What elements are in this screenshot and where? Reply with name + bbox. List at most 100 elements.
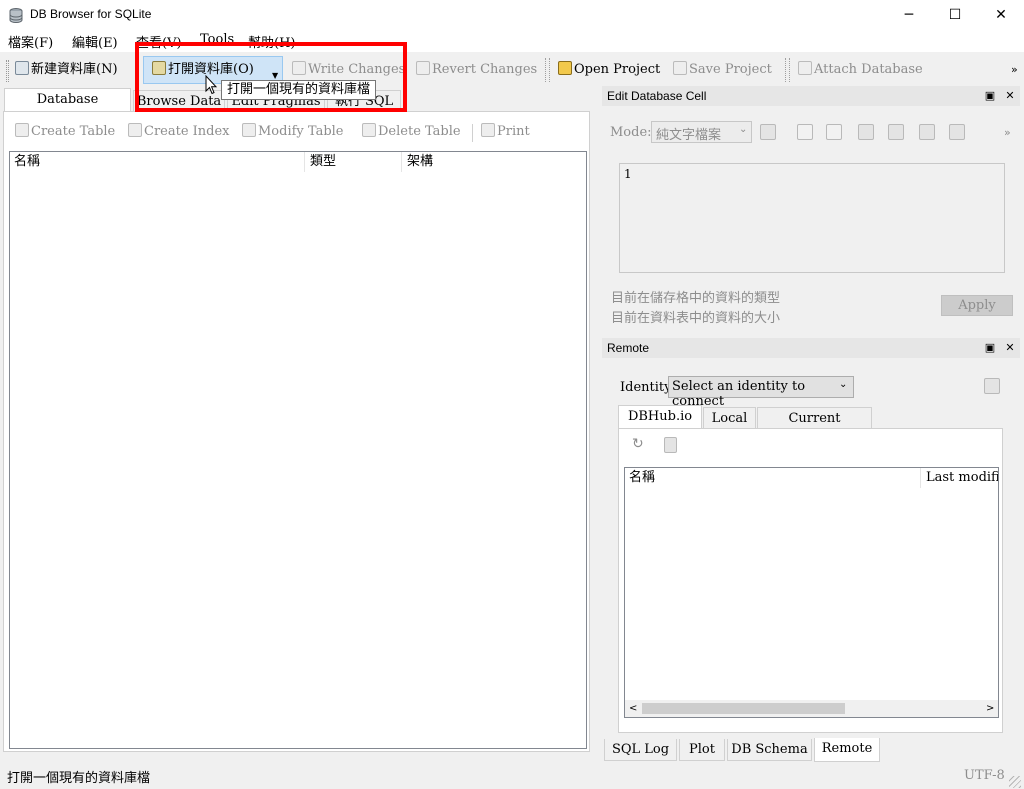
delete-table-label: Delete Table [378, 124, 461, 139]
mouse-cursor-icon [205, 74, 218, 99]
save-project-button[interactable]: Save Project [673, 59, 772, 81]
create-table-label: Create Table [31, 124, 116, 139]
clone-database-icon[interactable] [664, 437, 677, 453]
revert-changes-button[interactable]: Revert Changes [416, 59, 537, 81]
highlight-box [135, 42, 407, 112]
menu-file[interactable]: 檔案(F) [8, 32, 53, 51]
mode-select-value: 純文字檔案 [656, 128, 722, 143]
scroll-right-icon[interactable]: > [986, 700, 994, 717]
column-header-type[interactable]: 類型 [306, 152, 402, 172]
column-header-name[interactable]: 名稱 [10, 152, 305, 172]
status-bar: 打開一個現有的資料庫檔 UTF-8 [0, 763, 1024, 789]
cell-editor-content: 1 [624, 167, 632, 181]
open-project-button[interactable]: Open Project [558, 59, 660, 81]
tab-dbhub[interactable]: DBHub.io [618, 405, 702, 429]
schema-tree-view[interactable]: 名稱 類型 架構 [9, 151, 587, 749]
cell-size-label: 目前在資料表中的資料的大小 [611, 311, 781, 326]
tab-sql-log[interactable]: SQL Log [604, 739, 677, 761]
modify-table-button[interactable]: Modify Table [242, 121, 344, 143]
new-database-button[interactable]: 新建資料庫(N) [15, 59, 118, 81]
maximize-button[interactable]: ☐ [932, 0, 978, 30]
toolbar-separator [785, 58, 786, 82]
scroll-left-icon[interactable]: < [629, 700, 637, 717]
revert-changes-label: Revert Changes [432, 62, 538, 77]
horizontal-scrollbar[interactable]: < > [625, 700, 998, 717]
revert-changes-icon [416, 61, 430, 75]
create-index-button[interactable]: Create Index [128, 121, 230, 143]
apply-button[interactable]: Apply [941, 295, 1013, 316]
column-header-schema[interactable]: 架構 [403, 152, 583, 172]
database-app-icon [9, 8, 23, 24]
delete-table-icon [362, 123, 376, 137]
create-table-icon [15, 123, 29, 137]
word-wrap-icon[interactable] [826, 124, 842, 140]
tab-current-database[interactable]: Current Database [757, 407, 872, 448]
open-project-label: Open Project [574, 62, 661, 77]
toolbar-separator [472, 124, 473, 142]
toolbar-overflow-button[interactable]: » [1011, 59, 1018, 81]
scrollbar-thumb[interactable] [642, 703, 845, 714]
attach-database-icon [798, 61, 812, 75]
mode-select[interactable]: 純文字檔案 ⌄ [651, 121, 752, 143]
new-database-label: 新建資料庫(N) [31, 62, 118, 77]
auto-switch-mode-icon[interactable] [760, 124, 776, 140]
remote-list-view[interactable]: 名稱 Last modified < > [624, 467, 999, 718]
float-dock-icon[interactable]: ▣ [983, 341, 997, 355]
print-button[interactable]: Print [481, 121, 530, 143]
attach-database-label: Attach Database [814, 62, 923, 77]
set-null-icon[interactable] [919, 124, 935, 140]
save-project-label: Save Project [689, 62, 772, 77]
printer-icon [481, 123, 495, 137]
print-cell-icon[interactable] [949, 124, 965, 140]
toolbar-separator [549, 58, 550, 82]
encoding-label: UTF-8 [964, 768, 1005, 783]
export-icon[interactable] [888, 124, 904, 140]
toolbar-separator [789, 58, 790, 82]
new-database-icon [15, 61, 29, 75]
column-header-last-modified[interactable]: Last modified [922, 468, 998, 488]
close-dock-icon[interactable]: ✕ [1003, 89, 1017, 103]
close-dock-icon[interactable]: ✕ [1003, 341, 1017, 355]
edit-cell-dock-title: Edit Database Cell [607, 89, 707, 103]
open-project-icon [558, 61, 572, 75]
tooltip: 打開一個現有的資料庫檔 [221, 80, 377, 100]
delete-table-button[interactable]: Delete Table [362, 121, 461, 143]
remote-dock-title: Remote [607, 341, 650, 355]
float-dock-icon[interactable]: ▣ [983, 89, 997, 103]
cell-toolbar-overflow-button[interactable]: » [1004, 126, 1011, 139]
tab-database-structure[interactable]: Database Structure [4, 88, 131, 129]
remote-dock-header: Remote [602, 338, 1020, 358]
cell-type-label: 目前在儲存格中的資料的類型 [611, 291, 781, 306]
modify-table-label: Modify Table [258, 124, 344, 139]
tab-db-schema[interactable]: DB Schema [727, 739, 812, 761]
toolbar-grip[interactable] [6, 60, 9, 82]
mode-label: Mode: [610, 125, 652, 140]
document-icon[interactable] [797, 124, 813, 140]
tab-remote[interactable]: Remote [814, 738, 880, 762]
resize-grip-icon[interactable] [1009, 776, 1021, 788]
column-header-name[interactable]: 名稱 [625, 468, 921, 488]
create-index-icon [128, 123, 142, 137]
create-table-button[interactable]: Create Table [15, 121, 115, 143]
modify-table-icon [242, 123, 256, 137]
tab-local[interactable]: Local [703, 407, 756, 429]
close-button[interactable]: ✕ [978, 0, 1024, 30]
identity-label: Identity [620, 380, 672, 395]
toolbar-separator [545, 58, 546, 82]
print-label: Print [497, 124, 530, 139]
chevron-down-icon: ⌄ [739, 124, 748, 135]
tab-plot[interactable]: Plot [679, 739, 725, 761]
remote-settings-icon[interactable] [984, 378, 1000, 394]
refresh-icon[interactable]: ↻ [632, 436, 644, 452]
save-project-icon [673, 61, 687, 75]
edit-cell-dock-header: Edit Database Cell [602, 86, 1020, 106]
chevron-down-icon: ⌄ [839, 379, 848, 390]
import-icon[interactable] [858, 124, 874, 140]
identity-select[interactable]: Select an identity to connect ⌄ [668, 376, 854, 409]
menu-edit[interactable]: 編輯(E) [72, 32, 118, 51]
cell-editor-textarea[interactable]: 1 [619, 163, 1005, 273]
attach-database-button[interactable]: Attach Database [798, 59, 923, 81]
minimize-button[interactable]: ─ [886, 0, 932, 30]
window-title: DB Browser for SQLite [30, 7, 152, 21]
status-message: 打開一個現有的資料庫檔 [7, 771, 151, 786]
